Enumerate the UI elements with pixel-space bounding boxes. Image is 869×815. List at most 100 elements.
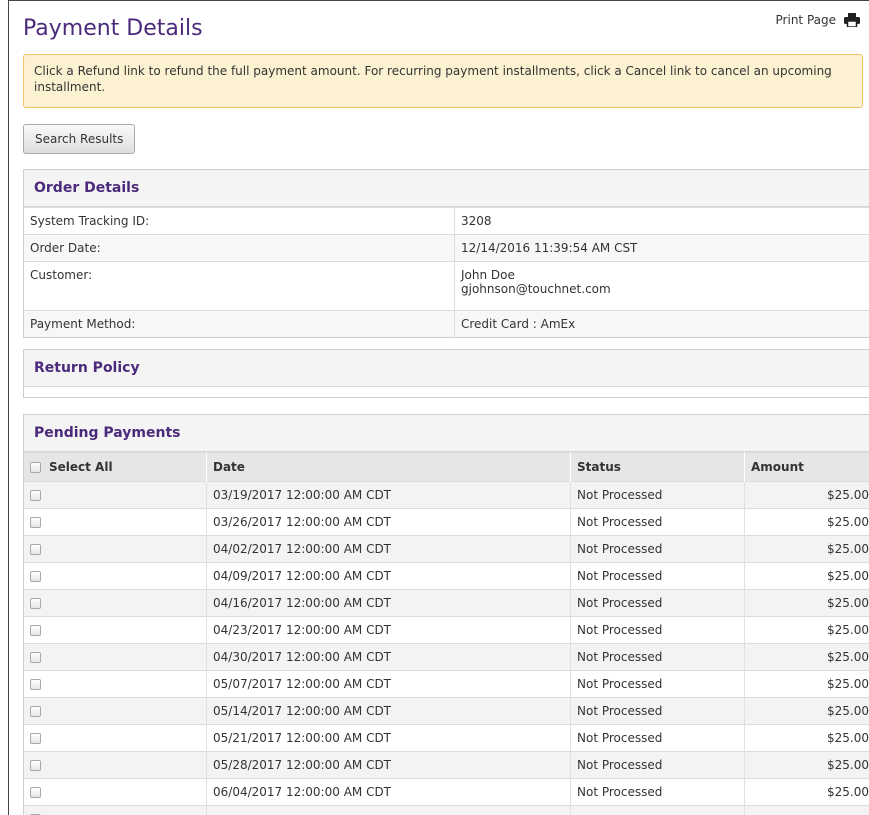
row-select-cell — [24, 562, 207, 590]
return-policy-panel: Return Policy — [23, 349, 869, 398]
table-header-row: Select All Date Status Amount — [24, 452, 869, 482]
table-row: 04/16/2017 12:00:00 AM CDT Not Processed $… — [24, 589, 869, 617]
row-checkbox[interactable] — [30, 733, 41, 744]
payment-amount: $25.00 — [744, 535, 869, 563]
return-policy-body — [24, 387, 869, 397]
row-select-cell — [24, 616, 207, 644]
payment-status: Not Processed — [570, 535, 745, 563]
print-page-link[interactable]: Print Page — [776, 13, 860, 27]
row-select-cell — [24, 805, 207, 815]
payment-amount: $25.00 — [744, 778, 869, 806]
payment-status: Not Processed — [570, 616, 745, 644]
pending-payments-table: Select All Date Status Amount 03/19/2017… — [24, 452, 869, 815]
payment-amount: $25.00 — [744, 616, 869, 644]
customer-email: gjohnson@touchnet.com — [461, 282, 611, 296]
order-date-label: Order Date: — [24, 234, 455, 262]
row-select-cell — [24, 508, 207, 536]
pending-payments-panel: Pending Payments Select All Date Status … — [23, 414, 869, 815]
row-checkbox[interactable] — [30, 760, 41, 771]
payment-date: 03/26/2017 12:00:00 AM CDT — [206, 508, 571, 536]
tracking-id-value: 3208 — [454, 207, 869, 235]
status-column-header: Status — [570, 452, 745, 482]
table-row: Payment Method: Credit Card : AmEx — [24, 310, 869, 337]
payment-status: Not Processed — [570, 697, 745, 725]
payment-amount: $25.00 — [744, 508, 869, 536]
payment-status: Not Processed — [570, 724, 745, 752]
row-checkbox[interactable] — [30, 679, 41, 690]
date-column-header: Date — [206, 452, 571, 482]
payment-amount: $25.00 — [744, 724, 869, 752]
page-title: Payment Details — [23, 16, 203, 41]
row-checkbox[interactable] — [30, 544, 41, 555]
payment-status: Not Processed — [570, 751, 745, 779]
row-select-cell — [24, 643, 207, 671]
payment-amount: $25.00 — [744, 751, 869, 779]
return-policy-heading: Return Policy — [24, 350, 869, 387]
print-page-label: Print Page — [775, 13, 836, 27]
printer-icon — [844, 13, 860, 27]
table-row: 04/09/2017 12:00:00 AM CDT Not Processed $… — [24, 562, 869, 590]
row-checkbox[interactable] — [30, 706, 41, 717]
search-results-button[interactable]: Search Results — [23, 124, 136, 154]
table-row: 03/19/2017 12:00:00 AM CDT Not Processed $… — [24, 481, 869, 509]
payment-date: 05/07/2017 12:00:00 AM CDT — [206, 670, 571, 698]
page-frame: Payment Details Print Page Click a Refun… — [8, 0, 869, 815]
select-all-header: Select All — [24, 452, 207, 482]
row-checkbox[interactable] — [30, 652, 41, 663]
payment-date: 04/16/2017 12:00:00 AM CDT — [206, 589, 571, 617]
payment-amount: $25.00 — [744, 481, 869, 509]
table-row: 06/04/2017 12:00:00 AM CDT Not Processed $… — [24, 778, 869, 806]
order-date-value: 12/14/2016 11:39:54 AM CST — [454, 234, 869, 262]
table-row: 04/23/2017 12:00:00 AM CDT Not Processed $… — [24, 616, 869, 644]
payment-date: 04/23/2017 12:00:00 AM CDT — [206, 616, 571, 644]
payment-status: Not Processed — [570, 508, 745, 536]
row-select-cell — [24, 481, 207, 509]
payment-date: 05/28/2017 12:00:00 AM CDT — [206, 751, 571, 779]
payment-status: Not Processed — [570, 589, 745, 617]
payment-status: Not Processed — [570, 670, 745, 698]
payment-date: 04/09/2017 12:00:00 AM CDT — [206, 562, 571, 590]
payment-date: 04/02/2017 12:00:00 AM CDT — [206, 535, 571, 563]
payment-status — [570, 805, 745, 815]
payment-amount: $25.00 — [744, 697, 869, 725]
select-all-checkbox[interactable] — [30, 461, 41, 473]
pending-payments-heading: Pending Payments — [24, 415, 869, 452]
row-select-cell — [24, 724, 207, 752]
row-select-cell — [24, 535, 207, 563]
table-row — [24, 805, 869, 815]
order-details-table: System Tracking ID: 3208 Order Date: 12/… — [24, 207, 869, 337]
customer-label: Customer: — [24, 261, 455, 311]
table-row: 05/21/2017 12:00:00 AM CDT Not Processed $… — [24, 724, 869, 752]
row-checkbox[interactable] — [30, 517, 41, 528]
table-row: Customer: John Doe gjohnson@touchnet.com — [24, 261, 869, 311]
payment-amount: $25.00 — [744, 643, 869, 671]
row-select-cell — [24, 697, 207, 725]
table-row: 05/14/2017 12:00:00 AM CDT Not Processed $… — [24, 697, 869, 725]
payment-amount: $25.00 — [744, 562, 869, 590]
payment-method-value: Credit Card : AmEx — [454, 310, 869, 337]
table-row: 05/28/2017 12:00:00 AM CDT Not Processed $… — [24, 751, 869, 779]
row-checkbox[interactable] — [30, 625, 41, 636]
payment-amount — [744, 805, 869, 815]
tracking-id-label: System Tracking ID: — [24, 207, 455, 235]
payment-amount: $25.00 — [744, 589, 869, 617]
table-row: 05/07/2017 12:00:00 AM CDT Not Processed $… — [24, 670, 869, 698]
payment-status: Not Processed — [570, 643, 745, 671]
order-details-panel: Order Details System Tracking ID: 3208 O… — [23, 169, 869, 338]
payment-date — [206, 805, 571, 815]
row-select-cell — [24, 670, 207, 698]
payment-amount: $25.00 — [744, 670, 869, 698]
row-checkbox[interactable] — [30, 490, 41, 501]
payment-date: 05/21/2017 12:00:00 AM CDT — [206, 724, 571, 752]
row-checkbox[interactable] — [30, 598, 41, 609]
table-row: 04/30/2017 12:00:00 AM CDT Not Processed $… — [24, 643, 869, 671]
table-row: System Tracking ID: 3208 — [24, 207, 869, 235]
row-select-cell — [24, 751, 207, 779]
payment-date: 05/14/2017 12:00:00 AM CDT — [206, 697, 571, 725]
order-details-heading: Order Details — [24, 170, 869, 207]
row-checkbox[interactable] — [30, 571, 41, 582]
info-notice: Click a Refund link to refund the full p… — [23, 54, 863, 108]
table-row: 03/26/2017 12:00:00 AM CDT Not Processed $… — [24, 508, 869, 536]
row-checkbox[interactable] — [30, 787, 41, 798]
customer-name: John Doe — [461, 268, 515, 282]
